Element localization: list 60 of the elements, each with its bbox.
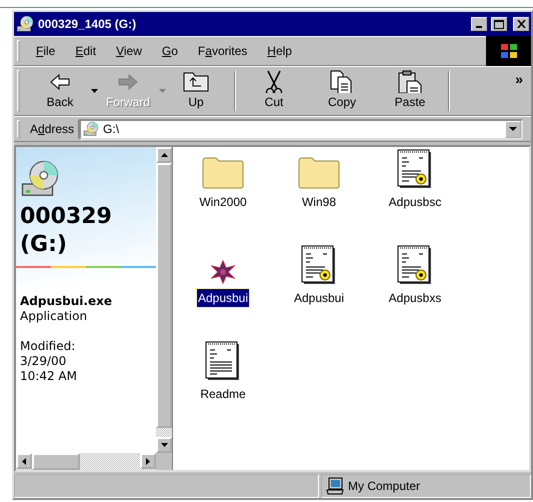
caret-icon (509, 126, 517, 132)
caret-icon[interactable] (91, 89, 98, 93)
application-icon (210, 259, 236, 285)
cut-button[interactable]: Cut (240, 69, 308, 113)
copy-button[interactable]: Copy (308, 69, 376, 113)
computer-icon (326, 477, 344, 495)
close-icon (516, 20, 526, 28)
icon-label[interactable]: Win2000 (198, 193, 248, 211)
zone-label: My Computer (348, 478, 420, 495)
file-name: Adpusbui.exe (20, 294, 113, 309)
icon-label[interactable]: Win98 (300, 193, 337, 211)
horizontal-scrollbar[interactable] (16, 453, 172, 470)
scroll-up-icon[interactable] (160, 153, 168, 157)
cd-drive-icon (83, 121, 100, 137)
menu-item[interactable]: Help (257, 42, 302, 60)
address-text: G:\ (103, 121, 120, 138)
icon-label[interactable]: Adpusbxs (388, 289, 442, 307)
modified-label: Modified: (20, 339, 76, 354)
window-title: 000329_1405 (G:) (38, 16, 138, 33)
setup-document-icon (301, 245, 337, 285)
file-type: Application (20, 309, 88, 324)
text-document-icon (205, 341, 241, 381)
scroll-left-icon[interactable] (22, 458, 26, 464)
close-button[interactable] (513, 17, 529, 31)
menu-item[interactable]: File (26, 42, 66, 60)
up-button[interactable]: Up (162, 69, 230, 113)
scroll-right-icon[interactable] (146, 458, 150, 464)
drive-title: 000329 (G:) (20, 203, 113, 258)
windows-logo-icon (486, 36, 531, 66)
cd-drive-icon (16, 15, 34, 33)
setup-document-icon (397, 245, 433, 285)
icon-label[interactable]: Readme (199, 385, 247, 403)
minimize-button[interactable] (471, 17, 487, 31)
folder-icon (298, 155, 340, 189)
maximize-button[interactable] (491, 17, 507, 31)
modified-time: 10:42 AM (20, 369, 78, 384)
menu-item[interactable]: Go (152, 42, 188, 60)
scroll-down-icon[interactable] (160, 443, 168, 447)
back-button[interactable]: Back (26, 69, 94, 113)
forward-arrow-icon (116, 71, 140, 93)
paste-icon (397, 69, 423, 93)
vertical-scrollbar[interactable] (156, 147, 172, 453)
icon-label[interactable]: Adpusbui (292, 289, 346, 307)
icon-label[interactable]: Adpusbui (196, 289, 250, 307)
dropdown-button[interactable] (505, 120, 521, 138)
setup-document-icon (397, 149, 433, 189)
menu-item[interactable]: Edit (65, 42, 106, 60)
icon-label[interactable]: Adpusbsc (388, 193, 442, 211)
menu-item[interactable]: View (106, 42, 152, 60)
folder-icon (202, 155, 244, 189)
cd-drive-icon (20, 159, 60, 199)
menu-item[interactable]: Favorites (188, 42, 258, 60)
paste-button[interactable]: Paste (376, 69, 444, 113)
more-button[interactable]: » (485, 69, 531, 90)
address-field[interactable]: G:\ (79, 118, 523, 140)
modified-date: 3/29/00 (20, 354, 68, 369)
maximize-icon (494, 20, 504, 28)
back-arrow-icon (48, 71, 72, 93)
scrollbar-corner (156, 453, 172, 470)
scissors-icon (264, 69, 284, 93)
